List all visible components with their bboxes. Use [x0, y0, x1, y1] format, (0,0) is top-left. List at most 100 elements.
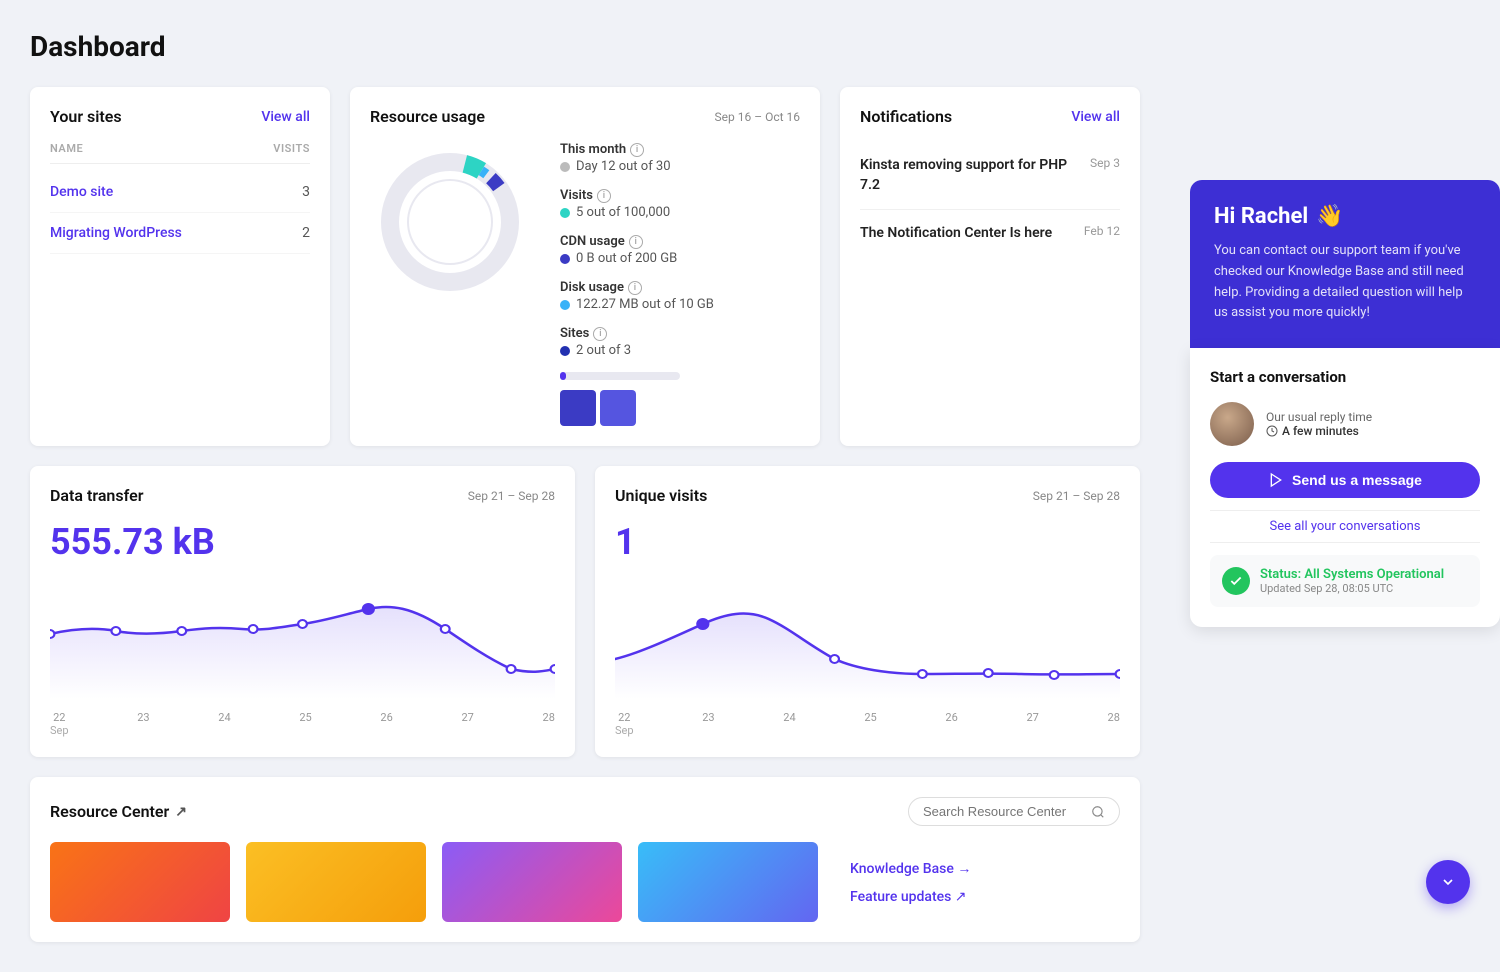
stat-visits: Visits i 5 out of 100,000 [560, 188, 800, 220]
progress-bar-fill [560, 372, 566, 380]
dot-visits [560, 208, 570, 218]
status-updated: Updated Sep 28, 08:05 UTC [1260, 582, 1444, 595]
site-visits-demo: 3 [302, 184, 310, 200]
reply-time: A few minutes [1266, 424, 1372, 438]
resource-usage-date: Sep 16 – Oct 16 [715, 110, 800, 124]
resource-thumb-1[interactable] [50, 842, 230, 922]
notification-title-1: Kinsta removing support for PHP 7.2 [860, 156, 1080, 195]
info-icon-cdn[interactable]: i [629, 235, 643, 249]
notification-date-1: Sep 3 [1090, 156, 1120, 170]
stat-disk: Disk usage i 122.27 MB out of 10 GB [560, 280, 800, 312]
notification-title-2: The Notification Center Is here [860, 224, 1074, 244]
data-transfer-date: Sep 21 – Sep 28 [468, 489, 555, 503]
data-transfer-card: Data transfer Sep 21 – Sep 28 555.73 kB [30, 466, 575, 757]
data-transfer-labels: 22Sep 23 24 25 26 27 28 [50, 711, 555, 737]
resource-thumb-4[interactable] [638, 842, 818, 922]
see-all-conversations[interactable]: See all your conversations [1210, 510, 1480, 543]
conversation-title: Start a conversation [1210, 368, 1480, 386]
sites-col-name: NAME [50, 142, 83, 155]
your-sites-title: Your sites [50, 107, 122, 126]
info-icon-disk[interactable]: i [628, 281, 642, 295]
wave-emoji: 👋 [1316, 204, 1343, 229]
stat-value-visits: 5 out of 100,000 [576, 205, 670, 220]
dot-sites [560, 346, 570, 356]
external-link-icon[interactable]: ↗ [175, 804, 187, 820]
unique-visits-title: Unique visits [615, 486, 707, 505]
right-panel: Hi Rachel 👋 You can contact our support … [1190, 0, 1500, 934]
page-title: Dashboard [30, 30, 1140, 63]
unique-visits-chart [615, 579, 1120, 699]
stat-this-month: This month i Day 12 out of 30 [560, 142, 800, 174]
send-message-button[interactable]: Send us a message [1210, 462, 1480, 498]
resource-center-card: Resource Center ↗ [30, 777, 1140, 942]
unique-visits-value: 1 [615, 521, 1120, 563]
resource-thumb-2[interactable] [246, 842, 426, 922]
site-row: Migrating WordPress 2 [50, 213, 310, 254]
resource-center-title: Resource Center ↗ [50, 802, 187, 821]
stat-value-disk: 122.27 MB out of 10 GB [576, 297, 714, 312]
unique-visits-labels: 22Sep 23 24 25 26 27 28 [615, 711, 1120, 737]
donut-chart [370, 142, 530, 302]
status-text: Status: All Systems Operational [1260, 567, 1444, 582]
site-name-demo[interactable]: Demo site [50, 184, 113, 200]
sites-col-visits: VISITS [273, 142, 310, 155]
check-icon [1229, 574, 1243, 588]
stat-cdn: CDN usage i 0 B out of 200 GB [560, 234, 800, 266]
resource-thumb-3[interactable] [442, 842, 622, 922]
resource-thumbnails: Knowledge Base → Feature updates ↗ [50, 842, 1120, 922]
your-sites-view-all[interactable]: View all [261, 109, 310, 125]
progress-bar-bg [560, 372, 680, 380]
notifications-title: Notifications [860, 107, 952, 126]
data-transfer-chart [50, 579, 555, 699]
stat-sites: Sites i 2 out of 3 [560, 326, 800, 358]
notification-item-1: Kinsta removing support for PHP 7.2 Sep … [860, 142, 1120, 210]
hi-title: Hi Rachel 👋 [1214, 204, 1476, 229]
site-name-migrating[interactable]: Migrating WordPress [50, 225, 182, 241]
stat-value-sites: 2 out of 3 [576, 343, 631, 358]
send-icon [1268, 472, 1284, 488]
sites-visual [560, 390, 800, 426]
dot-disk [560, 300, 570, 310]
progress-bar-area [560, 372, 800, 426]
notifications-view-all[interactable]: View all [1071, 109, 1120, 125]
stat-label-sites: Sites [560, 326, 589, 341]
unique-visits-date: Sep 21 – Sep 28 [1033, 489, 1120, 503]
stat-label-cdn: CDN usage [560, 234, 625, 249]
stat-label-visits: Visits [560, 188, 593, 203]
hi-description: You can contact our support team if you'… [1214, 241, 1476, 324]
notification-date-2: Feb 12 [1084, 224, 1120, 238]
data-transfer-title: Data transfer [50, 486, 143, 505]
info-icon-month[interactable]: i [630, 143, 644, 157]
agent-avatar [1210, 402, 1254, 446]
agent-row: Our usual reply time A few minutes [1210, 402, 1480, 446]
clock-icon [1266, 425, 1278, 437]
search-resource-input[interactable] [923, 804, 1083, 819]
sites-table-header: NAME VISITS [50, 142, 310, 164]
knowledge-base-link[interactable]: Knowledge Base → [850, 860, 1120, 877]
info-icon-visits[interactable]: i [597, 189, 611, 203]
your-sites-card: Your sites View all NAME VISITS Demo sit… [30, 87, 330, 446]
notification-item-2: The Notification Center Is here Feb 12 [860, 210, 1120, 258]
search-resource-container [908, 797, 1120, 826]
site-visits-migrating: 2 [302, 225, 310, 241]
hi-card: Hi Rachel 👋 You can contact our support … [1190, 180, 1500, 348]
notifications-card: Notifications View all Kinsta removing s… [840, 87, 1140, 446]
resource-usage-title: Resource usage [370, 107, 485, 126]
unique-visits-card: Unique visits Sep 21 – Sep 28 1 [595, 466, 1140, 757]
dot-cdn [560, 254, 570, 264]
conversation-card: Start a conversation Our usual reply tim… [1190, 348, 1500, 627]
site-row: Demo site 3 [50, 172, 310, 213]
reply-info: Our usual reply time [1266, 410, 1372, 424]
info-icon-sites[interactable]: i [593, 327, 607, 341]
data-transfer-value: 555.73 kB [50, 521, 555, 563]
resource-usage-card: Resource usage Sep 16 – Oct 16 [350, 87, 820, 446]
resource-stats: This month i Day 12 out of 30 Visits [560, 142, 800, 426]
site-block-1 [560, 390, 596, 426]
feature-updates-link[interactable]: Feature updates ↗ [850, 889, 1120, 905]
search-icon [1091, 805, 1105, 819]
site-block-2 [600, 390, 636, 426]
stat-label-disk: Disk usage [560, 280, 624, 295]
dot-month [560, 162, 570, 172]
status-row: Status: All Systems Operational Updated … [1210, 555, 1480, 607]
stat-label-month: This month [560, 142, 626, 157]
